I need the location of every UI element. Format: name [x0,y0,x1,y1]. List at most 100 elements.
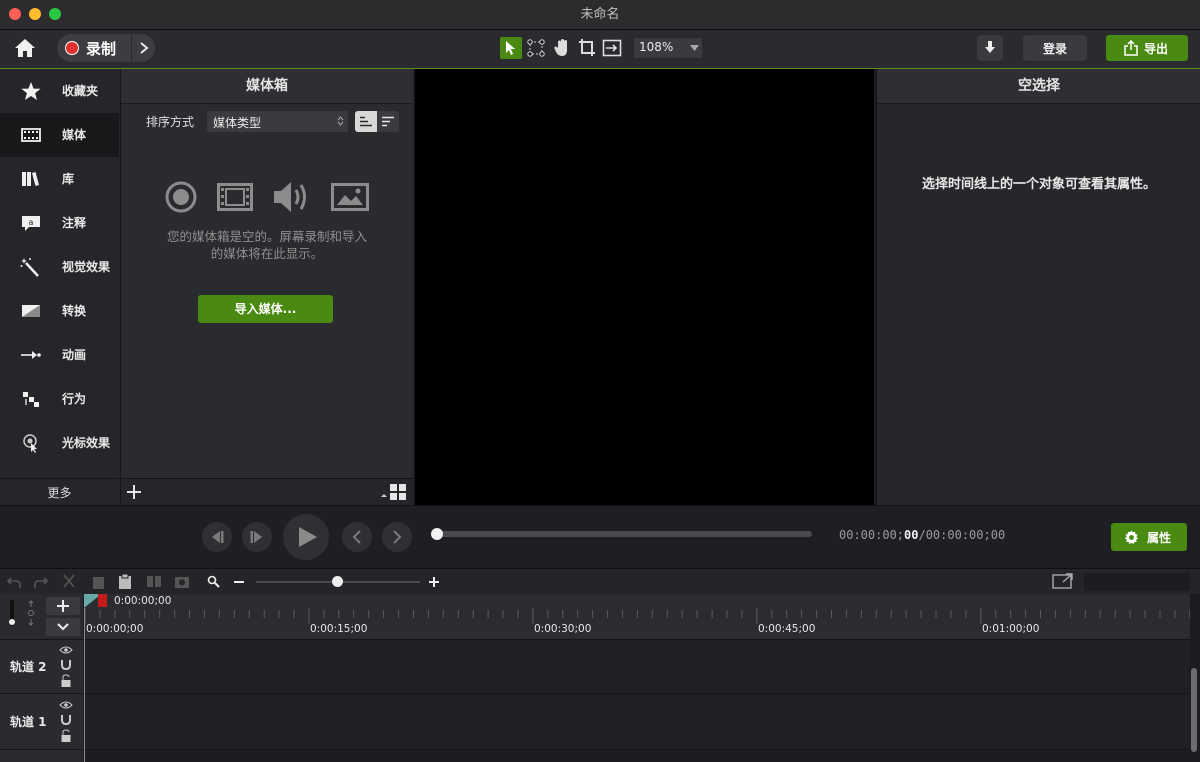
download-arrow-icon [985,41,995,53]
media-bin-footer [121,478,413,506]
scrubber-thumb[interactable] [431,528,443,540]
add-icon[interactable] [127,485,141,499]
zoom-select[interactable]: 108% [634,38,702,58]
sidebar-item-label: 视觉效果 [62,260,111,274]
hand-tool-icon[interactable] [553,38,571,58]
chevron-down-icon [690,45,699,51]
cut-icon[interactable] [62,574,76,590]
timeline-zoom-thumb[interactable] [332,576,343,587]
magnet-icon[interactable] [59,714,73,726]
more-label: 更多 [47,486,72,500]
sidebar-item-animations[interactable]: 动画 [0,333,119,377]
step-back-icon [212,531,224,543]
grid-view-icon[interactable] [379,483,407,501]
sidebar-item-label: 库 [62,172,75,186]
library-icon [22,172,39,186]
transform-tool-icon[interactable] [527,39,545,57]
signin-button[interactable]: 登录 [1023,35,1087,61]
track-height-thumb[interactable] [9,619,15,625]
add-icon [57,600,69,612]
split-icon[interactable] [146,574,162,589]
sidebar-item-annotations[interactable]: a 注释 [0,201,119,245]
timeline-ruler[interactable]: 0:00:00;00 0:00:15;00 0:00:30;00 0:00:45… [84,594,1190,640]
properties-panel: 空选择 选择时间线上的一个对象可查看其属性。 [876,69,1200,505]
download-button[interactable] [977,35,1003,61]
main-toolbar: 录制 108% 登录 导出 [0,30,1200,69]
magnet-icon[interactable] [59,659,73,671]
select-tool-button[interactable] [500,37,522,59]
timeline-area: 0:00:00;00 0:00:15;00 0:00:30;00 0:00:45… [0,594,1200,762]
timeline-toolbar [0,568,1200,595]
step-forward-button[interactable] [242,522,272,552]
sidebar-item-visual-effects[interactable]: 视觉效果 [0,245,119,289]
track-options-button[interactable] [46,618,80,636]
pan-zoom-tool-icon[interactable] [602,39,622,57]
scrubber-track[interactable] [436,531,812,537]
step-forward-icon [250,531,262,543]
sort-descending-button[interactable] [377,111,399,132]
properties-button[interactable]: 属性 [1111,523,1187,551]
film-icon [21,128,41,142]
playhead-time: 0:00:00;00 [114,595,172,607]
zoom-in-icon[interactable] [428,576,440,588]
undo-icon[interactable] [7,575,21,589]
chevron-right-icon [140,42,149,54]
svg-text:a: a [29,218,34,227]
play-icon [299,527,317,547]
track-lane-1[interactable] [85,694,1190,750]
record-icon [65,41,79,55]
chevron-left-icon [352,530,361,544]
time-frame: 00 [904,528,919,542]
sidebar-item-behaviors[interactable]: 行为 [0,377,119,421]
zoom-out-icon[interactable] [233,577,245,587]
redo-icon[interactable] [34,575,48,589]
paste-icon[interactable] [118,573,132,590]
sort-select[interactable]: 媒体类型 [207,111,348,132]
playhead-handle[interactable] [98,594,107,607]
lock-open-icon[interactable] [60,674,72,688]
title-bar: 未命名 [0,0,1200,30]
add-track-button[interactable] [46,597,80,615]
timeline-scrollbar[interactable] [1190,594,1200,762]
next-marker-button[interactable] [382,522,412,552]
sidebar-item-label: 光标效果 [62,436,111,450]
record-options-button[interactable] [131,34,156,62]
sort-direction-toggle [355,111,399,132]
sidebar-item-library[interactable]: 库 [0,157,119,201]
timeline-scrollbar-thumb[interactable] [1191,668,1197,752]
export-button[interactable]: 导出 [1106,35,1188,61]
crop-tool-icon[interactable] [578,38,596,58]
sidebar-item-transitions[interactable]: 转换 [0,289,119,333]
ruler-tick-label: 0:00:00;00 [86,623,144,635]
lock-open-icon[interactable] [60,729,72,743]
snapshot-icon[interactable] [174,574,190,589]
sidebar-item-favorites[interactable]: 收藏夹 [0,69,119,113]
preview-canvas[interactable] [415,69,874,505]
record-button[interactable]: 录制 [57,34,155,62]
step-back-button[interactable] [202,522,232,552]
export-label: 导出 [1144,42,1169,56]
media-bin-title: 媒体箱 [121,69,413,104]
timeline-overview[interactable] [1084,573,1190,591]
import-media-button[interactable]: 导入媒体... [198,295,333,323]
track-lane-2[interactable] [85,640,1190,694]
star-icon [21,82,41,100]
copy-icon[interactable] [92,574,106,590]
time-total: /00:00:00;00 [918,528,1006,542]
sort-ascending-button[interactable] [355,111,377,132]
eye-icon[interactable] [59,700,73,710]
video-clip-icon [217,183,253,211]
timeline-header-controls [0,594,83,640]
sidebar-item-cursor-effects[interactable]: 光标效果 [0,421,119,465]
magnifier-icon [207,575,220,588]
cursor-effect-icon [23,434,37,453]
sidebar-more-button[interactable]: 更多 [0,479,119,505]
track-header-1[interactable]: 轨道 1 [0,694,83,750]
track-header-2[interactable]: 轨道 2 [0,640,83,694]
previous-marker-button[interactable] [342,522,372,552]
detach-timeline-icon[interactable] [1052,573,1074,590]
home-icon[interactable] [13,37,37,59]
eye-icon[interactable] [59,645,73,655]
sidebar-item-media[interactable]: 媒体 [0,113,119,157]
play-button[interactable] [283,514,329,560]
